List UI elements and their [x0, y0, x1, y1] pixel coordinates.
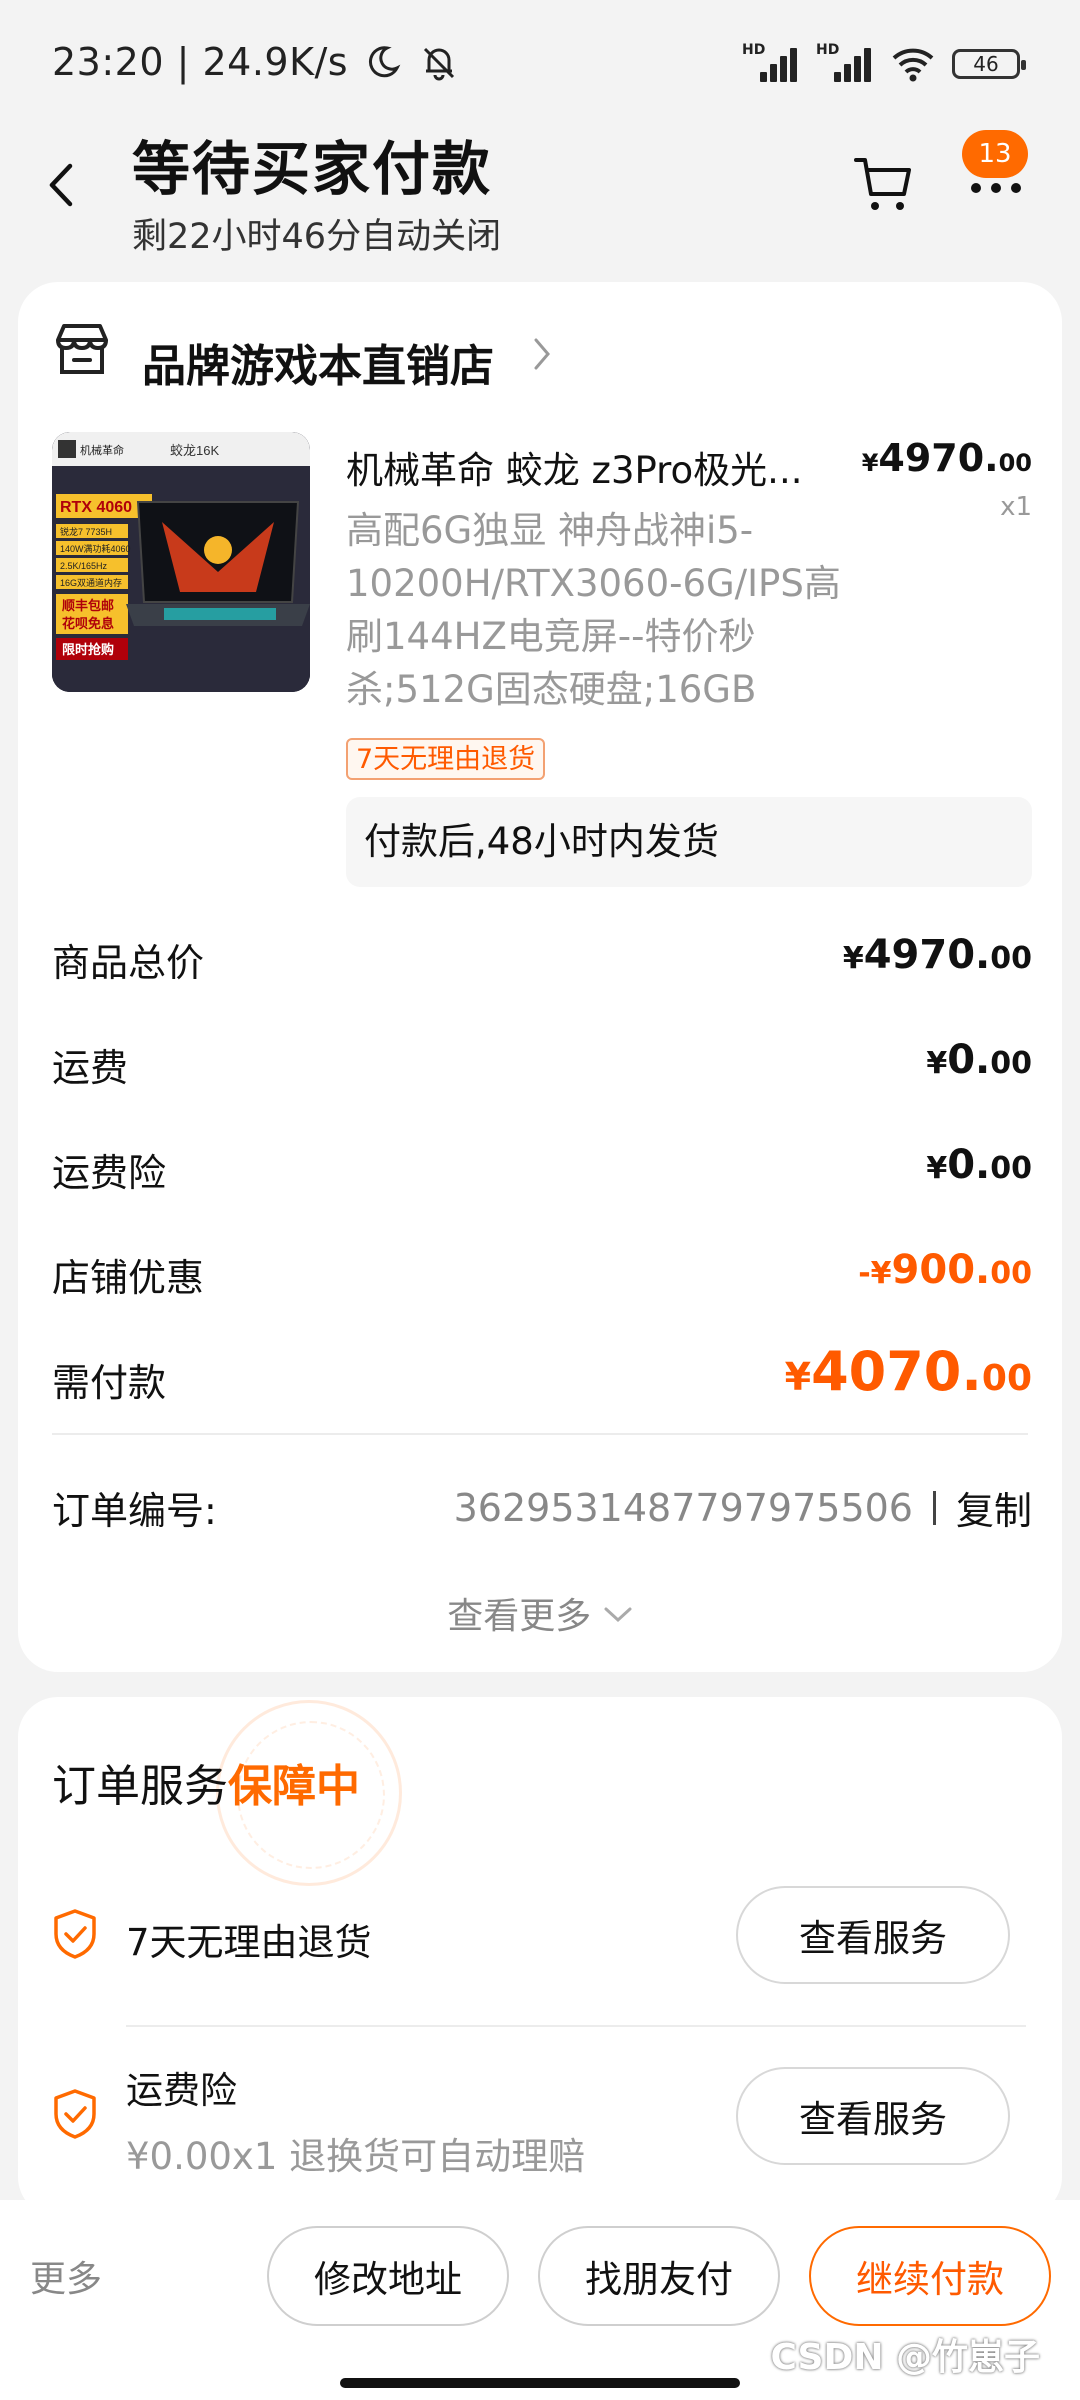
status-icons: HD HD 46	[742, 42, 1026, 86]
more-link[interactable]: 更多	[30, 2250, 102, 2302]
shield-check-icon	[54, 2089, 96, 2139]
store-name[interactable]: 品牌游戏本直销店	[142, 330, 494, 394]
back-icon[interactable]	[44, 160, 80, 210]
view-service-button[interactable]: 查看服务	[736, 1886, 1010, 1984]
view-service-button[interactable]: 查看服务	[736, 2067, 1010, 2165]
view-more-button[interactable]: 查看更多	[0, 1587, 1080, 1639]
service-title: 订单服务保障中	[52, 1761, 360, 1812]
chevron-down-icon	[604, 1607, 632, 1623]
chevron-right-icon[interactable]	[532, 336, 552, 372]
watermark: CSDN @竹崽子	[770, 2337, 1040, 2378]
status-time-text: 23:20 | 24.9K/s	[52, 40, 349, 84]
copy-button[interactable]: 复制	[956, 1480, 1032, 1535]
divider	[52, 1433, 1028, 1435]
svg-text:花呗免息: 花呗免息	[62, 616, 114, 631]
summary-label-shipping-insurance: 运费险	[52, 1151, 167, 1195]
order-number-row: 3629531487797975506 复制	[454, 1480, 1032, 1535]
svg-text:锐龙7 7735H: 锐龙7 7735H	[60, 526, 112, 537]
summary-label-subtotal: 商品总价	[52, 941, 205, 985]
order-number-label: 订单编号:	[52, 1489, 217, 1533]
mute-bell-icon	[424, 47, 455, 81]
order-number: 3629531487797975506	[453, 1485, 913, 1530]
battery-icon: 46	[952, 49, 1026, 79]
auto-close-countdown: 剩22小时46分自动关闭	[132, 217, 502, 257]
summary-value-shipping: ¥0.00	[926, 1037, 1032, 1083]
product-specs: 高配6G独显 神舟战神i5-10200H/RTX3060-6G/IPS高刷144…	[346, 509, 841, 711]
svg-text:顺丰包邮: 顺丰包邮	[62, 598, 114, 613]
shield-check-icon	[54, 1909, 96, 1959]
battery-level: 46	[973, 52, 999, 76]
moon-icon	[368, 46, 401, 78]
summary-value-total-due: ¥4070.00	[784, 1340, 1032, 1403]
product-quantity: x1	[1000, 492, 1032, 522]
store-icon	[56, 324, 108, 374]
page-title: 等待买家付款	[132, 135, 493, 203]
summary-label-store-discount: 店铺优惠	[52, 1256, 205, 1300]
service-item-subtext: ¥0.00x1 退换货可自动理赔	[126, 2135, 586, 2178]
continue-payment-button[interactable]: 继续付款	[809, 2226, 1051, 2326]
status-time: 23:20 | 24.9K/s	[52, 40, 459, 84]
summary-value-subtotal: ¥4970.00	[842, 932, 1032, 978]
gpu-text: RTX 4060	[60, 499, 132, 516]
svg-text:2.5K/165Hz: 2.5K/165Hz	[60, 561, 108, 571]
svg-text:140W满功耗4060: 140W满功耗4060	[60, 544, 131, 554]
product-image[interactable]: 机械革命 蛟龙16K RTX 4060 锐龙7 7735H 140W满功耗406…	[52, 432, 310, 692]
summary-value-shipping-insurance: ¥0.00	[926, 1142, 1032, 1188]
signal-icon: HD	[816, 42, 874, 84]
product-price: ¥4970.00	[861, 436, 1032, 480]
brand-logo-text: 机械革命	[80, 443, 124, 457]
home-indicator[interactable]	[340, 2378, 740, 2388]
service-item-label: 7天无理由退货	[126, 1921, 372, 1964]
divider	[126, 2025, 1026, 2027]
cart-icon[interactable]	[852, 154, 914, 214]
more-dots-icon[interactable]	[966, 176, 1030, 200]
model-text: 蛟龙16K	[170, 443, 219, 458]
service-item-label: 运费险	[126, 2069, 237, 2112]
svg-text:限时抢购: 限时抢购	[62, 642, 114, 657]
friend-pay-button[interactable]: 找朋友付	[538, 2226, 780, 2326]
message-count-badge: 13	[962, 130, 1028, 178]
summary-label-shipping: 运费	[52, 1046, 129, 1090]
summary-value-store-discount: -¥900.00	[858, 1247, 1032, 1293]
separator	[932, 1490, 936, 1525]
signal-icon: HD	[742, 42, 800, 84]
wifi-icon	[892, 48, 934, 82]
modify-address-button[interactable]: 修改地址	[267, 2226, 509, 2326]
product-title[interactable]: 机械革命 蛟龙 z3Pro极光...	[346, 440, 802, 494]
return-policy-tag: 7天无理由退货	[346, 738, 546, 780]
svg-text:16G双通道内存: 16G双通道内存	[60, 577, 122, 588]
shipping-note: 付款后,48小时内发货	[346, 797, 1032, 887]
summary-label-total-due: 需付款	[52, 1361, 167, 1405]
